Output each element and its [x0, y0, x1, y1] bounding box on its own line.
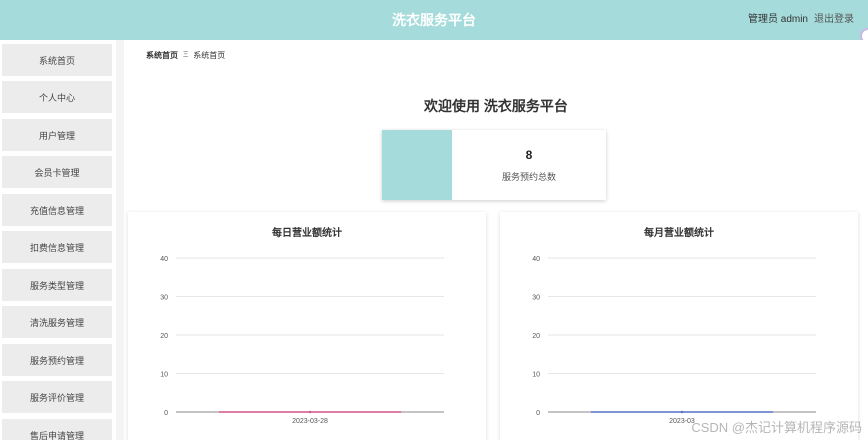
- sidebar-item-reviews[interactable]: 服务评价管理: [2, 381, 112, 413]
- sidebar-item-label: 服务预约管理: [29, 355, 84, 366]
- stat-label: 服务预约总数: [501, 172, 556, 182]
- main-content: 系统首页 Ξ 系统首页 欢迎使用 洗衣服务平台 8 服务预约总数 每日营业额统计…: [124, 40, 868, 440]
- stat-card-color-block: [382, 130, 452, 200]
- breadcrumb: 系统首页 Ξ 系统首页: [146, 50, 225, 61]
- y-tick-label: 20: [532, 333, 540, 340]
- sidebar-item-service-types[interactable]: 服务类型管理: [2, 269, 112, 301]
- welcome-heading: 欢迎使用 洗衣服务平台: [424, 98, 568, 114]
- daily-revenue-chart: 每日营业额统计 0 10 20 30 40 2023-03-28: [128, 212, 486, 440]
- reservation-count-card: 8 服务预约总数: [382, 130, 606, 200]
- y-tick-label: 10: [532, 372, 540, 379]
- breadcrumb-current: 系统首页: [193, 51, 226, 60]
- sidebar-item-users[interactable]: 用户管理: [2, 119, 112, 151]
- y-tick-label: 40: [532, 256, 540, 263]
- y-tick-label: 0: [164, 410, 168, 417]
- x-tick-label: 2023-03-28: [292, 418, 328, 425]
- sidebar-item-member-cards[interactable]: 会员卡管理: [2, 156, 112, 188]
- sidebar-item-label: 服务类型管理: [29, 280, 84, 291]
- logout-link[interactable]: 退出登录: [814, 0, 854, 40]
- sidebar-item-cleaning-services[interactable]: 清洗服务管理: [2, 306, 112, 338]
- sidebar-item-home[interactable]: 系统首页: [2, 44, 112, 76]
- y-tick-label: 30: [160, 295, 168, 302]
- sidebar-item-label: 清洗服务管理: [29, 317, 84, 328]
- chart-plot: 0 10 20 30 40 2023-03-28: [160, 256, 444, 425]
- data-point: [308, 410, 312, 414]
- sidebar-item-label: 用户管理: [38, 130, 75, 141]
- sidebar-item-deduction[interactable]: 扣费信息管理: [2, 231, 112, 263]
- top-header: 洗衣服务平台 管理员 admin 退出登录: [0, 0, 868, 44]
- y-tick-label: 20: [160, 333, 168, 340]
- sidebar-item-label: 扣费信息管理: [29, 242, 84, 253]
- breadcrumb-separator-icon: Ξ: [183, 50, 189, 59]
- y-tick-label: 0: [536, 410, 540, 417]
- sidebar-item-profile[interactable]: 个人中心: [2, 81, 112, 113]
- current-user-label: 管理员 admin: [747, 14, 808, 25]
- sidebar-item-label: 系统首页: [38, 55, 75, 66]
- sidebar-item-label: 个人中心: [38, 92, 75, 103]
- sidebar-item-after-sales[interactable]: 售后申请管理: [2, 419, 112, 440]
- breadcrumb-home[interactable]: 系统首页: [146, 50, 178, 61]
- sidebar-item-label: 充值信息管理: [29, 205, 84, 216]
- data-point: [680, 410, 684, 414]
- y-tick-label: 40: [160, 256, 168, 263]
- y-tick-label: 30: [532, 295, 540, 302]
- chart-plot: 0102030402023-03: [532, 256, 816, 425]
- sidebar-item-label: 会员卡管理: [34, 167, 80, 178]
- sidebar-item-recharge[interactable]: 充值信息管理: [2, 194, 112, 226]
- watermark: CSDN @杰记计算机程序源码: [691, 420, 862, 435]
- app-title: 洗衣服务平台: [392, 12, 476, 28]
- monthly-revenue-chart: 每月营业额统计 0 10 20 30 40 2023-03: [500, 212, 858, 440]
- stat-value: 8: [525, 148, 533, 162]
- sidebar-item-label: 售后申请管理: [29, 430, 84, 440]
- sidebar-item-label: 服务评价管理: [29, 392, 84, 403]
- y-tick-label: 10: [160, 372, 168, 379]
- sidebar: 系统首页 个人中心 用户管理 会员卡管理 充值信息管理 扣费信息管理 服务类型管…: [0, 40, 116, 440]
- sidebar-item-reservations[interactable]: 服务预约管理: [2, 344, 112, 376]
